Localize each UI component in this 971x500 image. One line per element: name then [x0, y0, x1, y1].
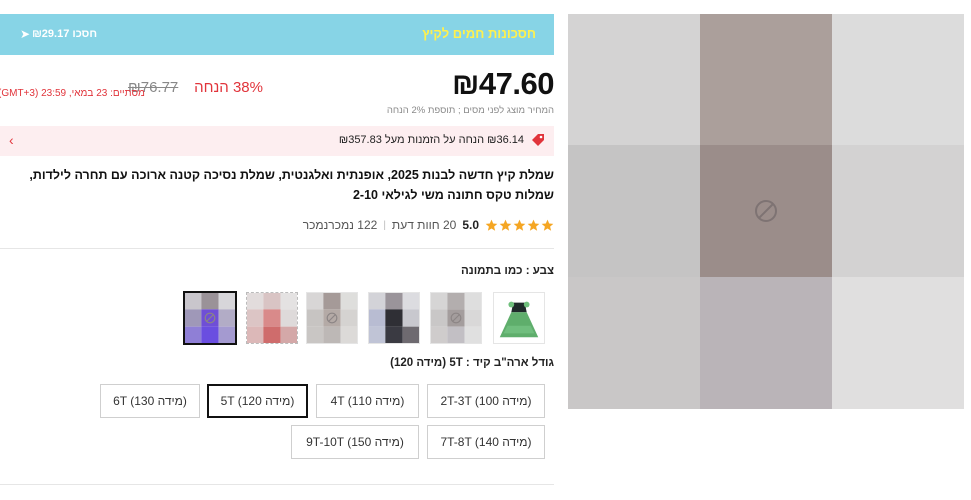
broken-image-icon — [185, 293, 235, 343]
main-product-image[interactable] — [568, 14, 964, 409]
separator: | — [383, 219, 386, 231]
rating-row[interactable]: 5.0 20 חוות דעת | 122 נמכרנמכר — [303, 218, 554, 232]
size-option-7t-8t[interactable]: 7T-8T (מידה 140) — [427, 425, 545, 459]
star-icon — [541, 219, 554, 231]
sold-count: 122 נמכרנמכר — [302, 218, 378, 232]
chevron-right-icon[interactable]: › — [9, 132, 14, 148]
diamond-tag-icon: ➤ — [20, 27, 31, 41]
color-swatch-red[interactable] — [246, 292, 298, 344]
size-option-2t-3t[interactable]: 2T-3T (מידה 100) — [427, 384, 545, 418]
coupon-text: ₪36.14 הנחה על הזמנות מעל ₪357.83 — [338, 134, 524, 146]
image-thumbnail — [369, 293, 419, 343]
color-swatch-beige[interactable] — [306, 292, 358, 344]
color-swatch-purple[interactable] — [183, 291, 237, 345]
star-icon — [513, 219, 526, 231]
price-tag-icon — [532, 134, 544, 146]
size-label: גודל ארה"ב קיד : 5T (מידה 120) — [390, 357, 554, 369]
coupon-bar[interactable]: ₪36.14 הנחה על הזמנות מעל ₪357.83 › — [0, 126, 554, 156]
size-option-9t-10t[interactable]: 9T-10T (מידה 150) — [291, 425, 419, 459]
sale-deadline: מסתיים: 23 במאי, 23:59 (GMT+3) — [0, 88, 145, 99]
broken-image-icon — [431, 293, 481, 343]
star-icon — [485, 219, 498, 231]
rating-value: 5.0 — [462, 218, 479, 232]
star-rating — [485, 219, 554, 232]
dress-thumbnail — [494, 293, 544, 343]
size-option-5t[interactable]: 5T (מידה 120) — [207, 384, 308, 418]
promo-savings: ➤ ₪29.17 חסכו — [20, 27, 97, 41]
divider — [0, 248, 554, 249]
promo-banner[interactable]: חסכונות חמים לקיץ ➤ ₪29.17 חסכו — [0, 14, 554, 55]
star-icon — [499, 219, 512, 231]
color-swatch-green-dress[interactable] — [493, 292, 545, 344]
current-price: ₪47.60 — [452, 66, 554, 101]
promo-title: חסכונות חמים לקיץ — [422, 26, 536, 41]
color-swatch-dark[interactable] — [368, 292, 420, 344]
color-label: צבע : כמו בתמונה — [460, 265, 554, 277]
star-icon — [527, 219, 540, 231]
size-option-6t[interactable]: 6T (מידה 130) — [100, 384, 200, 418]
promo-savings-text: ₪29.17 חסכו — [32, 28, 98, 40]
broken-image-icon — [568, 14, 964, 409]
price-note: המחיר מוצג לפני מסים ; תוספת 2% הנחה — [386, 105, 554, 116]
image-thumbnail — [247, 293, 297, 343]
color-swatch-gray[interactable] — [430, 292, 482, 344]
broken-image-icon — [307, 293, 357, 343]
product-title: שמלת קיץ חדשה לבנות 2025, אופנתית ואלגנט… — [29, 168, 554, 202]
size-option-4t[interactable]: 4T (מידה 110) — [316, 384, 419, 418]
review-count[interactable]: 20 חוות דעת — [392, 218, 456, 232]
product-info-panel: חסכונות חמים לקיץ ➤ ₪29.17 חסכו ₪47.60 ₪… — [0, 14, 554, 500]
divider — [0, 484, 554, 485]
